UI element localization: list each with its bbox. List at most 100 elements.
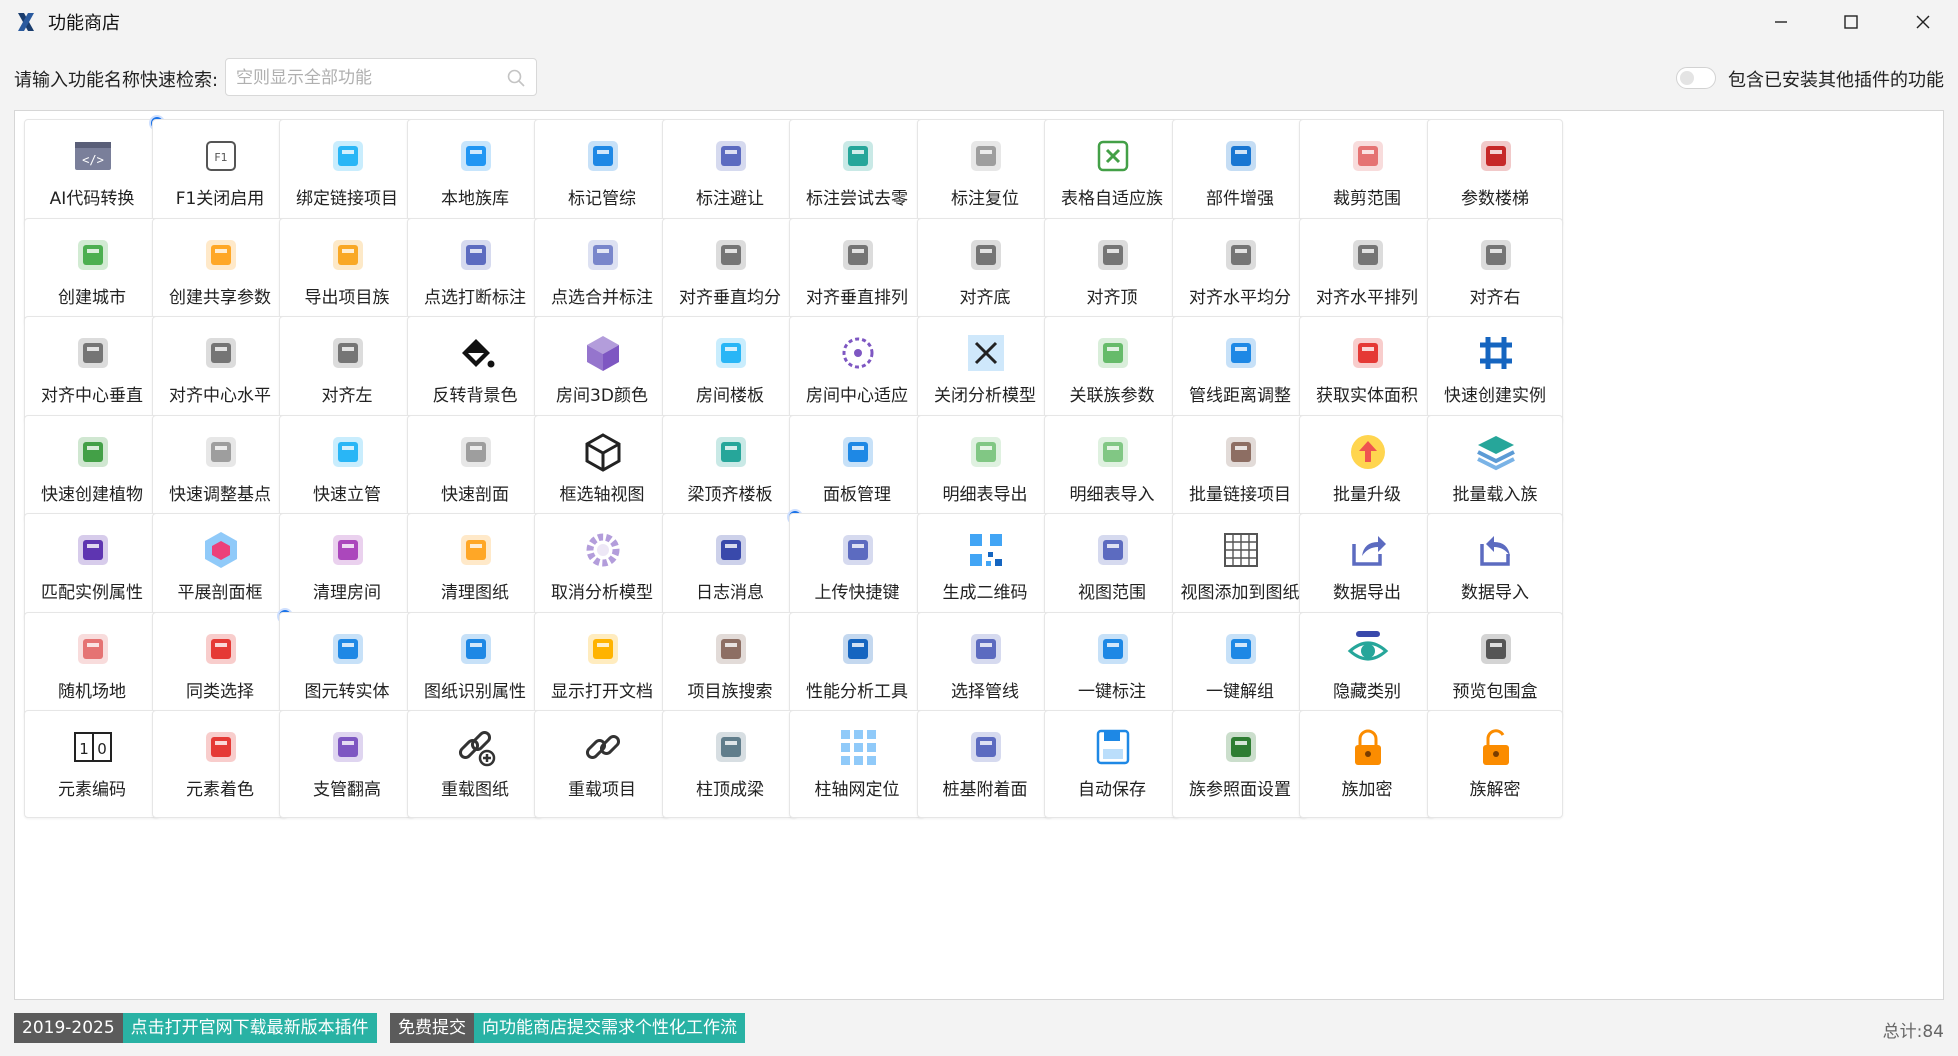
function-tile[interactable]: 对齐水平均分 xyxy=(1172,218,1308,326)
calculator-icon xyxy=(1091,331,1135,375)
function-tile[interactable]: 对齐垂直均分 xyxy=(662,218,798,326)
function-tile[interactable]: 关联族参数 xyxy=(1044,316,1180,424)
search-box[interactable] xyxy=(225,58,537,96)
function-tile[interactable]: 取消分析模型 xyxy=(534,513,670,621)
function-tile[interactable]: 图元转实体 xyxy=(279,612,415,720)
function-tile[interactable]: </> AI代码转换 xyxy=(24,115,165,227)
function-tile[interactable]: 快速立管 xyxy=(279,415,415,523)
break-line-icon xyxy=(454,233,498,277)
function-tile[interactable]: 柱轴网定位 xyxy=(789,710,925,818)
function-tile[interactable]: 平展剖面框 xyxy=(152,513,288,621)
function-tile[interactable]: 部件增强 xyxy=(1172,119,1308,227)
function-tile[interactable]: 清理房间 xyxy=(279,513,415,621)
function-tile[interactable]: 对齐底 xyxy=(917,218,1053,326)
function-tile[interactable]: 梁顶齐楼板 xyxy=(662,415,798,523)
minimize-button[interactable] xyxy=(1746,0,1816,44)
request-link[interactable]: 向功能商店提交需求个性化工作流 xyxy=(474,1013,745,1043)
function-tile[interactable]: 族参照面设置 xyxy=(1172,710,1308,818)
function-tile[interactable]: 桩基附着面 xyxy=(917,710,1053,818)
download-link[interactable]: 点击打开官网下载最新版本插件 xyxy=(122,1013,377,1043)
function-tile[interactable]: F1 F1关闭启用 xyxy=(152,119,288,227)
function-tile[interactable]: 对齐顶 xyxy=(1044,218,1180,326)
function-tile[interactable]: 房间中心适应 xyxy=(789,316,925,424)
function-tile[interactable]: 图纸识别属性 xyxy=(407,612,543,720)
function-tile[interactable]: 反转背景色 xyxy=(407,316,543,424)
function-tile[interactable]: 管线距离调整 xyxy=(1172,316,1308,424)
knot-icon xyxy=(964,725,1008,769)
function-tile[interactable]: 视图添加到图纸 xyxy=(1172,513,1308,621)
function-tile[interactable]: 显示打开文档 xyxy=(534,612,670,720)
function-tile[interactable]: 明细表导入 xyxy=(1044,415,1180,523)
maximize-button[interactable] xyxy=(1816,0,1886,44)
function-tile[interactable]: 表格自适应族 xyxy=(1044,119,1180,227)
function-tile[interactable]: 清理图纸 xyxy=(407,513,543,621)
function-tile[interactable]: 重载图纸 xyxy=(407,710,543,818)
function-tile[interactable]: 标记管综 xyxy=(534,119,670,227)
request-pill[interactable]: 免费提交 向功能商店提交需求个性化工作流 xyxy=(390,1013,745,1043)
function-tile[interactable]: 项目族搜索 xyxy=(662,612,798,720)
function-tile[interactable]: 快速剖面 xyxy=(407,415,543,523)
function-tile[interactable]: 标注避让 xyxy=(662,119,798,227)
function-tile[interactable]: 随机场地 xyxy=(24,612,160,720)
function-tile[interactable]: 上传快捷键 xyxy=(789,513,925,621)
function-tile[interactable]: 性能分析工具 xyxy=(789,612,925,720)
function-tile[interactable]: 明细表导出 xyxy=(917,415,1053,523)
function-tile[interactable]: 元素着色 xyxy=(152,710,288,818)
function-tile[interactable]: 快速创建实例 xyxy=(1427,316,1563,424)
function-tile[interactable]: 创建共享参数 xyxy=(152,218,288,326)
function-tile[interactable]: 支管翻高 xyxy=(279,710,415,818)
function-tile[interactable]: 对齐中心水平 xyxy=(152,316,288,424)
function-tile[interactable]: 参数楼梯 xyxy=(1427,119,1563,227)
function-tile[interactable]: 标注复位 xyxy=(917,119,1053,227)
function-tile[interactable]: 隐藏类别 xyxy=(1299,612,1435,720)
function-tile[interactable]: 本地族库 xyxy=(407,119,543,227)
function-tile[interactable]: 批量链接项目 xyxy=(1172,415,1308,523)
function-tile[interactable]: 对齐右 xyxy=(1427,218,1563,326)
function-tile[interactable]: 预览包围盒 xyxy=(1427,612,1563,720)
function-tile[interactable]: 族加密 xyxy=(1299,710,1435,818)
function-tile[interactable]: 柱顶成梁 xyxy=(662,710,798,818)
function-tile[interactable]: 一键标注 xyxy=(1044,612,1180,720)
function-tile[interactable]: 重载项目 xyxy=(534,710,670,818)
function-tile[interactable]: 视图范围 xyxy=(1044,513,1180,621)
function-tile[interactable]: 点选打断标注 xyxy=(407,218,543,326)
function-tile[interactable]: 房间楼板 xyxy=(662,316,798,424)
function-tile[interactable]: 批量升级 xyxy=(1299,415,1435,523)
function-tile[interactable]: 对齐水平排列 xyxy=(1299,218,1435,326)
download-pill[interactable]: 2019-2025 点击打开官网下载最新版本插件 xyxy=(14,1013,377,1043)
function-tile[interactable]: 导出项目族 xyxy=(279,218,415,326)
code-icon: </> xyxy=(71,134,115,178)
function-tile[interactable]: 一键解组 xyxy=(1172,612,1308,720)
function-tile[interactable]: 数据导出 xyxy=(1299,513,1435,621)
function-tile[interactable]: 对齐中心垂直 xyxy=(24,316,160,424)
include-plugins-toggle[interactable] xyxy=(1676,67,1716,89)
function-tile[interactable]: 快速创建植物 xyxy=(24,415,160,523)
function-tile[interactable]: 批量载入族 xyxy=(1427,415,1563,523)
function-tile[interactable]: 同类选择 xyxy=(152,608,293,720)
function-tile[interactable]: 创建城市 xyxy=(24,218,160,326)
function-tile[interactable]: 族解密 xyxy=(1427,710,1563,818)
function-tile[interactable]: 生成二维码 xyxy=(917,513,1053,621)
function-tile[interactable]: 房间3D颜色 xyxy=(534,316,670,424)
function-tile[interactable]: 快速调整基点 xyxy=(152,415,288,523)
function-tile[interactable]: 数据导入 xyxy=(1427,513,1563,621)
search-input[interactable] xyxy=(234,65,498,91)
function-tile[interactable]: 对齐垂直排列 xyxy=(789,218,925,326)
search-icon[interactable] xyxy=(506,68,526,88)
function-tile[interactable]: 框选轴视图 xyxy=(534,415,670,523)
function-tile[interactable]: 选择管线 xyxy=(917,612,1053,720)
function-tile[interactable]: 对齐左 xyxy=(279,316,415,424)
function-tile[interactable]: 裁剪范围 xyxy=(1299,119,1435,227)
function-tile[interactable]: 匹配实例属性 xyxy=(24,513,160,621)
function-tile[interactable]: 面板管理 xyxy=(789,415,925,523)
function-tile[interactable]: 日志消息 xyxy=(662,509,803,621)
close-button[interactable] xyxy=(1888,0,1958,44)
box-icon xyxy=(1219,134,1263,178)
function-tile[interactable]: 绑定链接项目 xyxy=(279,119,415,227)
function-tile[interactable]: 1 0 元素编码 xyxy=(24,710,160,818)
function-tile[interactable]: 获取实体面积 xyxy=(1299,316,1435,424)
function-tile[interactable]: 点选合并标注 xyxy=(534,218,670,326)
function-tile[interactable]: 关闭分析模型 xyxy=(917,316,1053,424)
function-tile[interactable]: 自动保存 xyxy=(1044,710,1180,818)
function-tile[interactable]: 标注尝试去零 xyxy=(789,119,925,227)
